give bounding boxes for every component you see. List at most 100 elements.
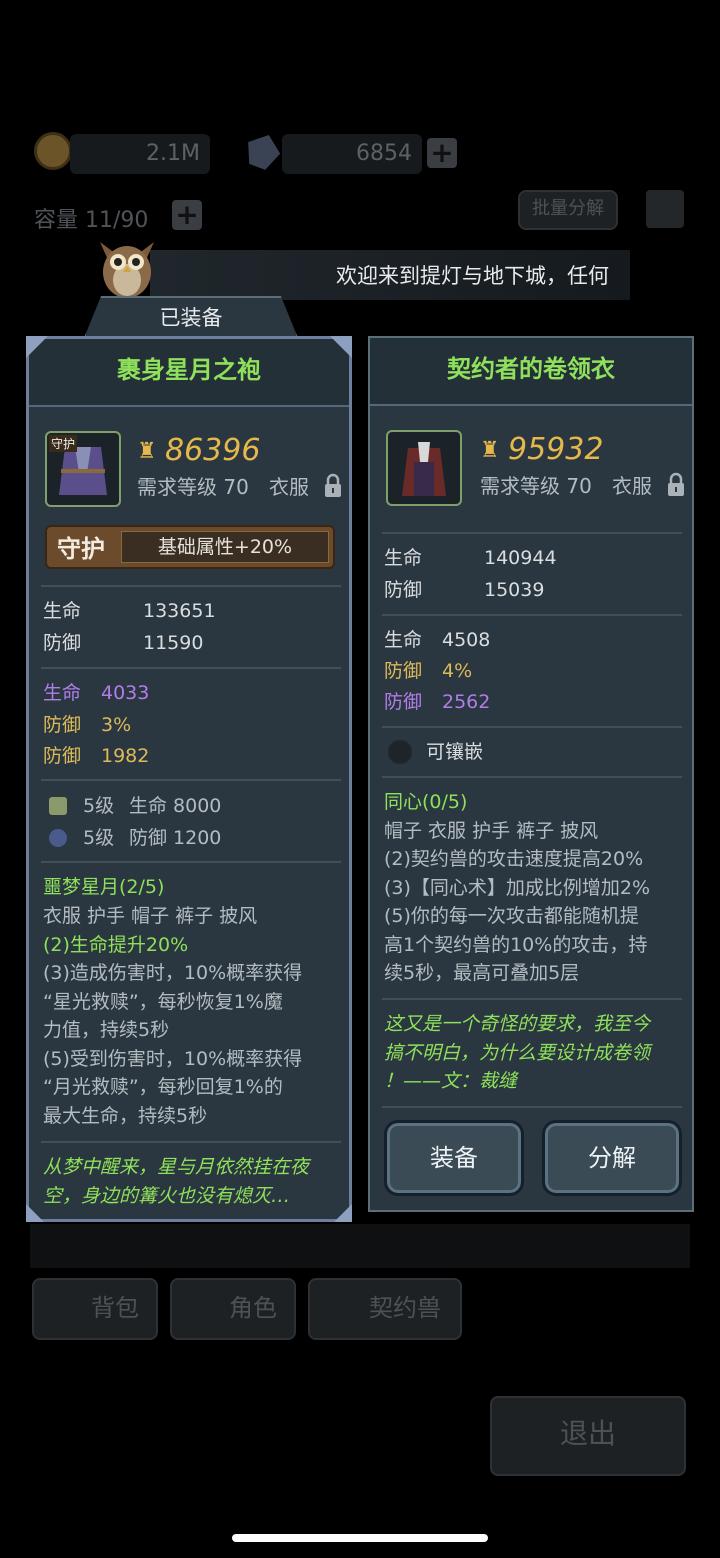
inventory-grid-row [30,1224,690,1268]
set-bonus-line: (2)契约兽的攻击速度提高20% [384,848,644,870]
tab-character[interactable]: 角色 [170,1278,296,1340]
grid-view-icon[interactable] [646,190,684,228]
extra-stat-name: 防御 [384,660,423,682]
equip-button[interactable]: 装备 [384,1120,524,1196]
owl-mascot-icon [92,232,162,302]
power-icon: ♜ [480,438,500,463]
corner-ornament [334,1204,352,1222]
extra-stat-value: 4508 [442,629,491,651]
guard-bonus-box: 基础属性+20% [121,531,329,563]
gem-stat: 生命 8000 [129,795,222,817]
add-gem-button[interactable]: + [427,138,457,168]
gem-amount: 6854 [282,134,422,174]
decompose-button[interactable]: 分解 [542,1120,682,1196]
set-bonus-line: (3)造成伤害时，10%概率获得 [43,962,303,984]
gem-stat: 防御 1200 [129,827,222,849]
lock-icon[interactable] [666,472,686,498]
life-gem-icon [49,797,67,815]
gem-level: 5级 [83,795,115,817]
socket-label: 可镶嵌 [426,741,484,763]
tab-character-label: 角色 [229,1294,277,1322]
divider [382,726,682,728]
batch-decompose-button[interactable]: 批量分解 [518,190,618,230]
extra-stat-name: 防御 [384,691,423,713]
set-bonus-line: (5)你的每一次攻击都能随机提 [384,905,639,927]
flavor-text-line: 搞不明白，为什么要设计成卷领 [384,1042,651,1064]
stat-value: 140944 [484,547,557,569]
set-pieces: 帽子 衣服 护手 裤子 披风 [384,820,599,842]
divider [382,776,682,778]
set-bonus-line: 续5秒，最高可叠加5层 [384,962,580,984]
divider [41,585,341,587]
set-bonus-line: “星光救赎”，每秒恢复1%魔 [43,991,283,1013]
set-bonus-line: 力值，持续5秒 [43,1019,170,1041]
welcome-banner: 欢迎来到提灯与地下城，任何 [150,250,630,300]
home-indicator[interactable] [232,1534,488,1542]
stat-value: 15039 [484,579,545,601]
tab-backpack[interactable]: 背包 [32,1278,158,1340]
gem-icon [241,129,285,173]
stat-name: 防御 [43,632,82,654]
tab-backpack-label: 背包 [91,1294,139,1322]
exit-button[interactable]: 退出 [490,1396,686,1476]
set-bonus-line: (5)受到伤害时，10%概率获得 [43,1048,303,1070]
stat-name: 生命 [43,600,82,622]
divider [41,779,341,781]
gold-amount: 2.1M [70,134,210,174]
set-bonus-line: (3)【同心术】加成比例增加2% [384,877,651,899]
compare-level-req: 需求等级 70 [480,474,592,498]
extra-stat-name: 防御 [43,714,82,736]
divider [382,998,682,1000]
set-bonus-active: (2)生命提升20% [43,934,189,956]
set-pieces: 衣服 护手 帽子 裤子 披风 [43,905,258,927]
welcome-text: 欢迎来到提灯与地下城，任何 [336,264,609,288]
extra-stat-name: 防御 [43,745,82,767]
extra-stat-name: 生命 [384,629,423,651]
equipped-item-name: 裹身星月之袍 [29,339,349,407]
equipped-label: 已装备 [159,306,223,330]
stat-value: 133651 [143,600,216,622]
flavor-text-line: 这又是一个奇怪的要求，我至今 [384,1013,651,1035]
extra-stat-value: 4033 [101,682,150,704]
set-bonus-line: “月光救赎”，每秒回复1%的 [43,1076,283,1098]
flavor-text-line: 从梦中醒来，星与月依然挂在夜 [43,1156,310,1178]
guard-bar: 守护 基础属性+20% [45,525,335,569]
guard-badge: 守护 [49,435,78,452]
divider [382,614,682,616]
set-bonus-line: 高1个契约兽的10%的攻击，持 [384,934,648,956]
divider [41,1141,341,1143]
lock-icon[interactable] [323,473,343,499]
empty-socket-icon [388,740,412,764]
equipped-slot: 衣服 [269,475,309,499]
tab-pet[interactable]: 契约兽 [308,1278,462,1340]
set-bonus-line: 最大生命，持续5秒 [43,1105,208,1127]
stat-name: 防御 [384,579,423,601]
compare-item-name: 契约者的卷领衣 [370,338,692,406]
collar-coat-item-icon [386,430,462,506]
flavor-text-line: ！——文：裁缝 [384,1070,518,1092]
divider [41,861,341,863]
corner-ornament [26,1204,44,1222]
set-name: 噩梦星月(2/5) [43,876,165,898]
extra-stat-value: 4% [442,660,473,682]
stat-name: 生命 [384,547,423,569]
gem-level: 5级 [83,827,115,849]
add-capacity-button[interactable]: + [172,200,202,230]
tab-pet-label: 契约兽 [369,1294,441,1322]
guard-bonus-text: 基础属性+20% [157,536,293,558]
power-icon: ♜ [137,439,157,464]
extra-stat-value: 3% [101,714,132,736]
set-name: 同心(0/5) [384,791,468,813]
compare-item-panel: 契约者的卷领衣 ♜ 95932 需求等级 70 衣服 生命 140944 防御 … [368,336,694,1212]
extra-stat-value: 2562 [442,691,491,713]
equipped-level-req: 需求等级 70 [137,475,249,499]
equipped-power: 86396 [165,433,261,468]
guard-label: 守护 [57,535,105,563]
robe-item-icon: 守护 [45,431,121,507]
compare-power: 95932 [508,432,604,467]
defense-gem-icon [49,829,67,847]
stat-value: 11590 [143,632,204,654]
compare-slot: 衣服 [612,474,652,498]
divider [41,667,341,669]
extra-stat-name: 生命 [43,682,82,704]
